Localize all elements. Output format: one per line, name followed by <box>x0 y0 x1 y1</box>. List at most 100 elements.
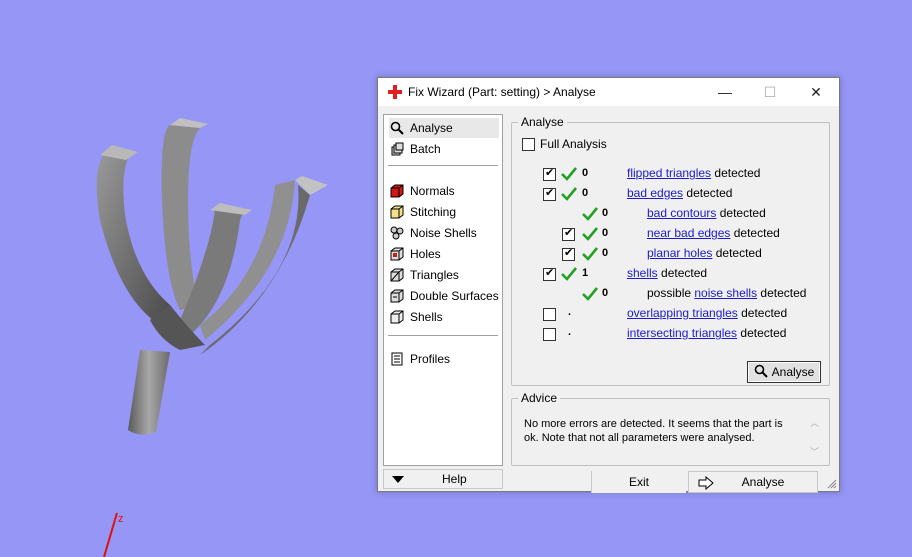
check-icon <box>561 167 577 181</box>
scroll-down-arrow-icon[interactable]: ﹀ <box>810 445 819 458</box>
nav-item-label: Normals <box>410 184 455 198</box>
intersecting-triangles-link[interactable]: intersecting triangles <box>627 326 737 340</box>
row-suffix: detected <box>741 306 788 320</box>
advice-group-label: Advice <box>518 391 561 405</box>
nav-item-noise-shells[interactable]: Noise Shells <box>389 223 499 243</box>
fix-wizard-window: Fix Wizard (Part: setting) > Analyse — ☐… <box>377 77 840 493</box>
intersecting-triangles-row: intersecting triangles detected <box>627 326 786 340</box>
red-cross-app-icon <box>388 85 402 99</box>
noise-shells-link[interactable]: noise shells <box>694 286 757 300</box>
noise-shells-row: possible noise shells detected <box>647 286 806 300</box>
footer-analyse-label: Analyse <box>741 475 785 489</box>
arrow-right-icon <box>698 476 714 490</box>
nav-item-label: Analyse <box>410 121 453 135</box>
minimize-button[interactable]: — <box>705 81 745 103</box>
scroll-up-arrow-icon[interactable]: ︿ <box>810 416 819 429</box>
row-suffix: detected <box>740 326 787 340</box>
dropdown-triangle-icon[interactable] <box>392 475 404 483</box>
bad-contours-row: bad contours detected <box>647 206 766 220</box>
shells-icon <box>389 309 405 325</box>
nav-item-triangles[interactable]: Triangles <box>389 265 499 285</box>
nav-item-analyse[interactable]: Analyse <box>389 118 499 138</box>
footer-analyse-button[interactable]: Analyse <box>688 471 818 493</box>
nav-divider <box>388 165 498 166</box>
planar-holes-count: 0 <box>602 247 609 259</box>
shells-link[interactable]: shells <box>627 266 658 280</box>
intersecting-triangles-count: . <box>568 326 572 338</box>
check-icon <box>582 247 598 261</box>
bad-edges-link[interactable]: bad edges <box>627 186 683 200</box>
help-button[interactable]: Help <box>442 472 467 486</box>
nav-item-label: Triangles <box>410 268 459 282</box>
bad-contours-link[interactable]: bad contours <box>647 206 716 220</box>
near-bad-edges-count: 0 <box>602 227 609 239</box>
normals-cube-icon <box>389 183 405 199</box>
nav-item-normals[interactable]: Normals <box>389 181 499 201</box>
check-icon <box>582 207 598 221</box>
row-suffix: detected <box>719 206 766 220</box>
nav-item-label: Profiles <box>410 352 451 366</box>
full-analysis-checkbox[interactable] <box>522 138 535 151</box>
nav-item-label: Shells <box>410 310 443 324</box>
nav-divider <box>388 335 498 336</box>
shells-row: shells detected <box>627 266 707 280</box>
overlapping-triangles-link[interactable]: overlapping triangles <box>627 306 738 320</box>
resize-grip-icon[interactable] <box>827 479 837 489</box>
row-suffix: detected <box>715 246 762 260</box>
overlapping-triangles-row: overlapping triangles detected <box>627 306 787 320</box>
help-bar[interactable]: Help <box>383 469 503 489</box>
nav-item-label: Double Surfaces <box>410 289 499 303</box>
title-bar[interactable]: Fix Wizard (Part: setting) > Analyse — ☐… <box>378 78 839 106</box>
nav-item-double-surfaces[interactable]: Double Surfaces <box>389 286 499 306</box>
bad-edges-checkbox[interactable] <box>543 186 556 201</box>
planar-holes-row: planar holes detected <box>647 246 762 260</box>
analyse-button[interactable]: Analyse <box>747 361 821 383</box>
shells-count: 1 <box>582 267 589 279</box>
row-suffix: detected <box>714 166 761 180</box>
shells-checkbox[interactable] <box>543 266 556 281</box>
nav-item-label: Stitching <box>410 205 457 219</box>
z-axis-label: z <box>118 513 124 525</box>
nav-item-label: Holes <box>410 247 441 261</box>
planar-holes-link[interactable]: planar holes <box>647 246 712 260</box>
profiles-icon <box>389 351 405 367</box>
nav-item-stitching[interactable]: Stitching <box>389 202 499 222</box>
flipped-triangles-count: 0 <box>582 167 589 179</box>
planar-holes-checkbox[interactable] <box>562 246 575 261</box>
advice-text: No more errors are detected. It seems th… <box>524 418 783 444</box>
near-bad-edges-checkbox[interactable] <box>562 226 575 241</box>
row-suffix: detected <box>760 286 807 300</box>
noise-shells-icon <box>389 225 405 241</box>
analyse-group: Analyse Full Analysis 0 flipped triangle… <box>511 115 830 386</box>
batch-icon <box>389 141 405 157</box>
stitching-cube-icon <box>389 204 405 220</box>
window-title: Fix Wizard (Part: setting) > Analyse <box>408 85 596 99</box>
analyse-group-label: Analyse <box>518 115 567 129</box>
nav-item-holes[interactable]: Holes <box>389 244 499 264</box>
row-suffix: detected <box>733 226 780 240</box>
nav-item-batch[interactable]: Batch <box>389 139 499 159</box>
close-button[interactable]: ✕ <box>796 81 836 103</box>
maximize-button[interactable]: ☐ <box>750 81 790 103</box>
bad-edges-count: 0 <box>582 187 589 199</box>
overlapping-triangles-checkbox[interactable] <box>543 308 556 321</box>
overlapping-triangles-count: . <box>568 306 572 318</box>
flipped-triangles-link[interactable]: flipped triangles <box>627 166 711 180</box>
flipped-triangles-checkbox[interactable] <box>543 166 556 181</box>
intersecting-triangles-checkbox[interactable] <box>543 328 556 341</box>
near-bad-edges-link[interactable]: near bad edges <box>647 226 730 240</box>
part-model[interactable] <box>70 100 340 445</box>
bad-contours-count: 0 <box>602 207 609 219</box>
nav-item-shells[interactable]: Shells <box>389 307 499 327</box>
noise-shells-count: 0 <box>602 287 609 299</box>
check-icon <box>561 267 577 281</box>
check-icon <box>582 227 598 241</box>
analyse-button-label: Analyse <box>771 365 815 379</box>
flipped-triangles-row: flipped triangles detected <box>627 166 760 180</box>
wizard-client-area: Analyse Batch Normals Stitching Noise Sh… <box>378 106 839 493</box>
nav-item-profiles[interactable]: Profiles <box>389 349 499 369</box>
wizard-nav-panel: Analyse Batch Normals Stitching Noise Sh… <box>383 114 503 466</box>
exit-button[interactable]: Exit <box>591 471 686 493</box>
advice-group: Advice No more errors are detected. It s… <box>511 391 830 466</box>
triangles-cube-icon <box>389 267 405 283</box>
